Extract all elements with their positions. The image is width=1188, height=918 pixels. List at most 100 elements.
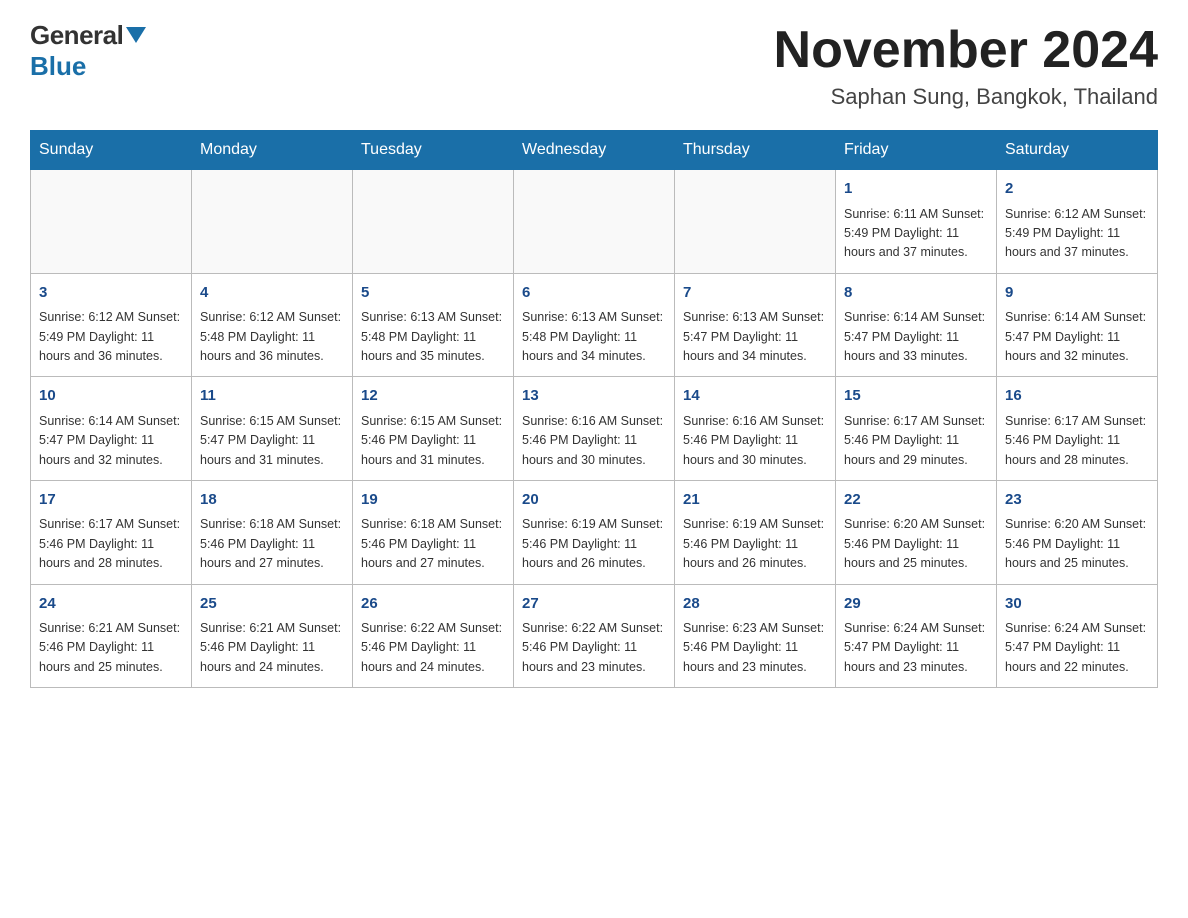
calendar-week-row: 3Sunrise: 6:12 AM Sunset: 5:49 PM Daylig… bbox=[31, 273, 1158, 377]
calendar-cell: 20 Sunrise: 6:19 AM Sunset: 5:46 PM Dayli… bbox=[514, 480, 675, 584]
calendar-cell: 10 Sunrise: 6:14 AM Sunset: 5:47 PM Dayli… bbox=[31, 377, 192, 481]
calendar-cell: 19 Sunrise: 6:18 AM Sunset: 5:46 PM Dayli… bbox=[353, 480, 514, 584]
calendar-cell: 18 Sunrise: 6:18 AM Sunset: 5:46 PM Dayli… bbox=[192, 480, 353, 584]
calendar-cell bbox=[514, 170, 675, 274]
calendar-week-row: 1 Sunrise: 6:11 AM Sunset: 5:49 PM Daylig… bbox=[31, 170, 1158, 274]
location-subtitle: Saphan Sung, Bangkok, Thailand bbox=[774, 84, 1158, 110]
calendar-cell: 24Sunrise: 6:21 AM Sunset: 5:46 PM Dayli… bbox=[31, 584, 192, 688]
day-number: 22 bbox=[844, 489, 988, 512]
calendar-cell: 22 Sunrise: 6:20 AM Sunset: 5:46 PM Dayli… bbox=[836, 480, 997, 584]
calendar-cell: 4 Sunrise: 6:12 AM Sunset: 5:48 PM Daylig… bbox=[192, 273, 353, 377]
calendar-cell: 17 Sunrise: 6:17 AM Sunset: 5:46 PM Dayli… bbox=[31, 480, 192, 584]
calendar-cell bbox=[31, 170, 192, 274]
calendar-week-row: 10 Sunrise: 6:14 AM Sunset: 5:47 PM Dayli… bbox=[31, 377, 1158, 481]
calendar-week-row: 17 Sunrise: 6:17 AM Sunset: 5:46 PM Dayli… bbox=[31, 480, 1158, 584]
day-number: 6 bbox=[522, 282, 666, 305]
column-header-sunday: Sunday bbox=[31, 131, 192, 170]
day-info: Sunrise: 6:19 AM Sunset: 5:46 PM Dayligh… bbox=[683, 515, 827, 573]
day-number: 9 bbox=[1005, 282, 1149, 305]
calendar-cell: 28Sunrise: 6:23 AM Sunset: 5:46 PM Dayli… bbox=[675, 584, 836, 688]
day-info: Sunrise: 6:17 AM Sunset: 5:46 PM Dayligh… bbox=[39, 515, 183, 573]
day-info: Sunrise: 6:24 AM Sunset: 5:47 PM Dayligh… bbox=[1005, 619, 1149, 677]
day-number: 27 bbox=[522, 593, 666, 616]
day-number: 20 bbox=[522, 489, 666, 512]
day-number: 13 bbox=[522, 385, 666, 408]
day-number: 30 bbox=[1005, 593, 1149, 616]
column-header-monday: Monday bbox=[192, 131, 353, 170]
day-number: 4 bbox=[200, 282, 344, 305]
day-number: 18 bbox=[200, 489, 344, 512]
month-year-title: November 2024 bbox=[774, 20, 1158, 80]
day-info: Sunrise: 6:19 AM Sunset: 5:46 PM Dayligh… bbox=[522, 515, 666, 573]
column-header-saturday: Saturday bbox=[997, 131, 1158, 170]
day-number: 19 bbox=[361, 489, 505, 512]
day-number: 25 bbox=[200, 593, 344, 616]
calendar-cell bbox=[192, 170, 353, 274]
day-info: Sunrise: 6:18 AM Sunset: 5:46 PM Dayligh… bbox=[200, 515, 344, 573]
day-number: 10 bbox=[39, 385, 183, 408]
calendar-cell bbox=[675, 170, 836, 274]
calendar-cell: 3Sunrise: 6:12 AM Sunset: 5:49 PM Daylig… bbox=[31, 273, 192, 377]
page-header: General Blue November 2024 Saphan Sung, … bbox=[30, 20, 1158, 110]
day-number: 21 bbox=[683, 489, 827, 512]
calendar-cell: 11 Sunrise: 6:15 AM Sunset: 5:47 PM Dayli… bbox=[192, 377, 353, 481]
day-info: Sunrise: 6:13 AM Sunset: 5:47 PM Dayligh… bbox=[683, 308, 827, 366]
calendar-cell: 13 Sunrise: 6:16 AM Sunset: 5:46 PM Dayli… bbox=[514, 377, 675, 481]
day-info: Sunrise: 6:16 AM Sunset: 5:46 PM Dayligh… bbox=[522, 412, 666, 470]
calendar-cell: 14Sunrise: 6:16 AM Sunset: 5:46 PM Dayli… bbox=[675, 377, 836, 481]
day-info: Sunrise: 6:23 AM Sunset: 5:46 PM Dayligh… bbox=[683, 619, 827, 677]
calendar-cell: 16Sunrise: 6:17 AM Sunset: 5:46 PM Dayli… bbox=[997, 377, 1158, 481]
day-number: 1 bbox=[844, 178, 988, 201]
calendar-cell bbox=[353, 170, 514, 274]
day-info: Sunrise: 6:13 AM Sunset: 5:48 PM Dayligh… bbox=[361, 308, 505, 366]
day-number: 2 bbox=[1005, 178, 1149, 201]
day-number: 16 bbox=[1005, 385, 1149, 408]
day-number: 7 bbox=[683, 282, 827, 305]
calendar-cell: 27 Sunrise: 6:22 AM Sunset: 5:46 PM Dayli… bbox=[514, 584, 675, 688]
day-info: Sunrise: 6:20 AM Sunset: 5:46 PM Dayligh… bbox=[844, 515, 988, 573]
day-info: Sunrise: 6:12 AM Sunset: 5:48 PM Dayligh… bbox=[200, 308, 344, 366]
day-number: 17 bbox=[39, 489, 183, 512]
day-number: 24 bbox=[39, 593, 183, 616]
day-number: 15 bbox=[844, 385, 988, 408]
logo-triangle-icon bbox=[126, 27, 146, 43]
day-info: Sunrise: 6:11 AM Sunset: 5:49 PM Dayligh… bbox=[844, 205, 988, 263]
day-number: 29 bbox=[844, 593, 988, 616]
calendar-cell: 23Sunrise: 6:20 AM Sunset: 5:46 PM Dayli… bbox=[997, 480, 1158, 584]
column-header-friday: Friday bbox=[836, 131, 997, 170]
day-info: Sunrise: 6:14 AM Sunset: 5:47 PM Dayligh… bbox=[39, 412, 183, 470]
day-number: 26 bbox=[361, 593, 505, 616]
calendar-cell: 15Sunrise: 6:17 AM Sunset: 5:46 PM Dayli… bbox=[836, 377, 997, 481]
calendar-cell: 7 Sunrise: 6:13 AM Sunset: 5:47 PM Daylig… bbox=[675, 273, 836, 377]
day-info: Sunrise: 6:21 AM Sunset: 5:46 PM Dayligh… bbox=[200, 619, 344, 677]
column-header-tuesday: Tuesday bbox=[353, 131, 514, 170]
calendar-cell: 21 Sunrise: 6:19 AM Sunset: 5:46 PM Dayli… bbox=[675, 480, 836, 584]
calendar-cell: 5Sunrise: 6:13 AM Sunset: 5:48 PM Daylig… bbox=[353, 273, 514, 377]
day-info: Sunrise: 6:15 AM Sunset: 5:47 PM Dayligh… bbox=[200, 412, 344, 470]
day-info: Sunrise: 6:18 AM Sunset: 5:46 PM Dayligh… bbox=[361, 515, 505, 573]
day-info: Sunrise: 6:24 AM Sunset: 5:47 PM Dayligh… bbox=[844, 619, 988, 677]
logo-blue-text: Blue bbox=[30, 51, 86, 82]
day-number: 11 bbox=[200, 385, 344, 408]
calendar-cell: 2 Sunrise: 6:12 AM Sunset: 5:49 PM Daylig… bbox=[997, 170, 1158, 274]
day-info: Sunrise: 6:15 AM Sunset: 5:46 PM Dayligh… bbox=[361, 412, 505, 470]
column-header-wednesday: Wednesday bbox=[514, 131, 675, 170]
day-info: Sunrise: 6:12 AM Sunset: 5:49 PM Dayligh… bbox=[1005, 205, 1149, 263]
day-info: Sunrise: 6:14 AM Sunset: 5:47 PM Dayligh… bbox=[1005, 308, 1149, 366]
day-info: Sunrise: 6:12 AM Sunset: 5:49 PM Dayligh… bbox=[39, 308, 183, 366]
day-info: Sunrise: 6:14 AM Sunset: 5:47 PM Dayligh… bbox=[844, 308, 988, 366]
day-info: Sunrise: 6:22 AM Sunset: 5:46 PM Dayligh… bbox=[522, 619, 666, 677]
calendar-cell: 1 Sunrise: 6:11 AM Sunset: 5:49 PM Daylig… bbox=[836, 170, 997, 274]
calendar-cell: 26 Sunrise: 6:22 AM Sunset: 5:46 PM Dayli… bbox=[353, 584, 514, 688]
column-header-thursday: Thursday bbox=[675, 131, 836, 170]
logo-general-text: General bbox=[30, 20, 123, 51]
calendar-cell: 29 Sunrise: 6:24 AM Sunset: 5:47 PM Dayli… bbox=[836, 584, 997, 688]
calendar-week-row: 24 Sunrise: 6:21 AM Sunset: 5:46 PM Dayli… bbox=[31, 584, 1158, 688]
logo: General Blue bbox=[30, 20, 146, 82]
day-info: Sunrise: 6:22 AM Sunset: 5:46 PM Dayligh… bbox=[361, 619, 505, 677]
calendar-cell: 9 Sunrise: 6:14 AM Sunset: 5:47 PM Daylig… bbox=[997, 273, 1158, 377]
title-section: November 2024 Saphan Sung, Bangkok, Thai… bbox=[774, 20, 1158, 110]
calendar-cell: 12Sunrise: 6:15 AM Sunset: 5:46 PM Dayli… bbox=[353, 377, 514, 481]
day-info: Sunrise: 6:20 AM Sunset: 5:46 PM Dayligh… bbox=[1005, 515, 1149, 573]
calendar-cell: 6Sunrise: 6:13 AM Sunset: 5:48 PM Daylig… bbox=[514, 273, 675, 377]
